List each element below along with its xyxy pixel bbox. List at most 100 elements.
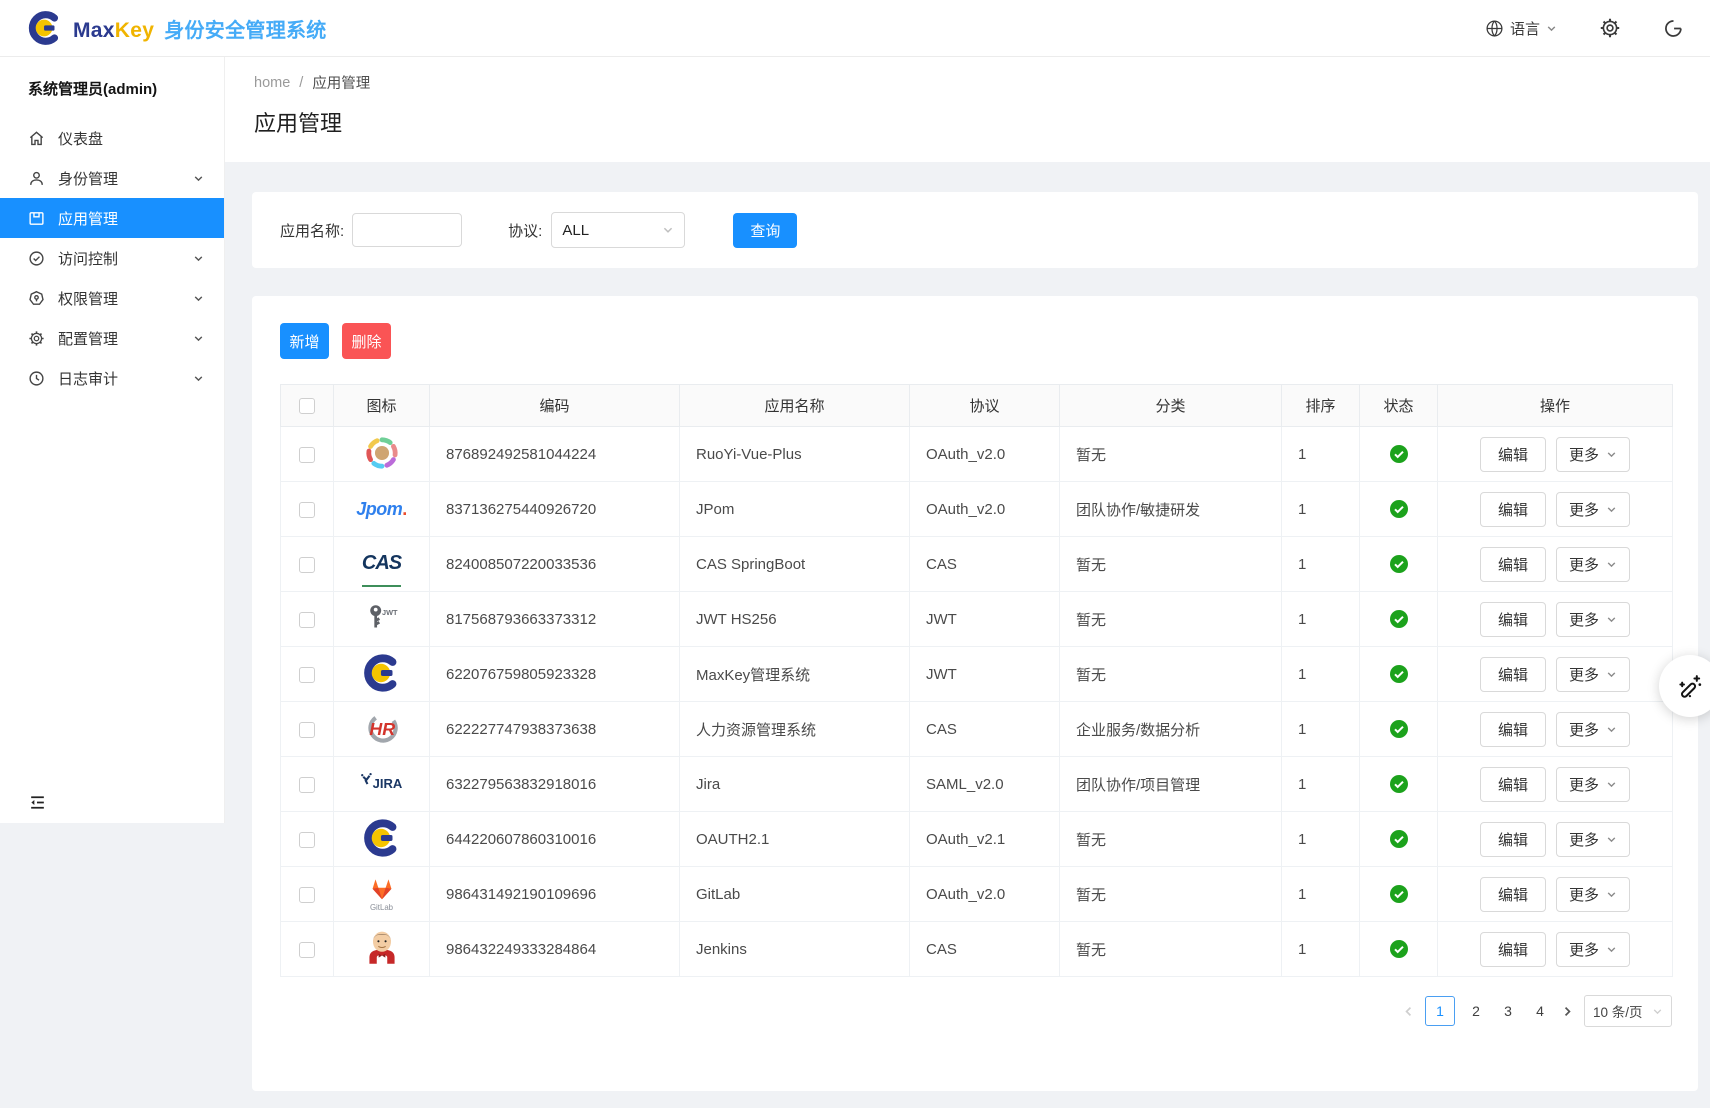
- more-button[interactable]: 更多: [1556, 492, 1630, 527]
- table-header-row: 图标 编码 应用名称 协议 分类 排序 状态 操作: [281, 385, 1673, 427]
- edit-button[interactable]: 编辑: [1480, 437, 1546, 472]
- protocol-select[interactable]: ALL: [551, 212, 685, 248]
- pagination-page-3[interactable]: 3: [1497, 1003, 1519, 1019]
- row-checkbox[interactable]: [299, 887, 315, 903]
- column-protocol: 协议: [910, 385, 1060, 427]
- more-button[interactable]: 更多: [1556, 932, 1630, 967]
- status-enabled-icon: [1390, 830, 1408, 848]
- more-button[interactable]: 更多: [1556, 877, 1630, 912]
- app-category: 暂无: [1060, 812, 1282, 867]
- delete-button[interactable]: 删除: [342, 323, 391, 359]
- table-row: 622076759805923328 MaxKey管理系统 JWT 暂无 1 编…: [281, 647, 1673, 702]
- filter-card: 应用名称: 协议: ALL 查询: [252, 192, 1698, 268]
- globe-icon: [1485, 19, 1504, 38]
- breadcrumb-home[interactable]: home: [254, 75, 290, 91]
- pagination-prev-icon[interactable]: [1402, 1005, 1415, 1018]
- sidebar-item-permissions[interactable]: 权限管理: [0, 278, 224, 318]
- app-protocol: OAuth_v2.0: [910, 867, 1060, 922]
- select-all-checkbox[interactable]: [299, 398, 315, 414]
- more-button[interactable]: 更多: [1556, 657, 1630, 692]
- more-button[interactable]: 更多: [1556, 437, 1630, 472]
- svg-text:JIRA: JIRA: [372, 776, 402, 791]
- jira-logo-icon: JIRA: [356, 760, 408, 806]
- column-actions: 操作: [1438, 385, 1673, 427]
- edit-button[interactable]: 编辑: [1480, 602, 1546, 637]
- edit-button[interactable]: 编辑: [1480, 657, 1546, 692]
- row-checkbox[interactable]: [299, 557, 315, 573]
- app-name: MaxKey管理系统: [680, 647, 910, 702]
- sidebar-item-applications[interactable]: 应用管理: [0, 198, 224, 238]
- applications-table: 图标 编码 应用名称 协议 分类 排序 状态 操作: [280, 384, 1673, 977]
- audit-icon: [28, 370, 45, 387]
- app-protocol: JWT: [910, 592, 1060, 647]
- dashboard-icon: [28, 130, 45, 147]
- row-checkbox[interactable]: [299, 447, 315, 463]
- page-size-select[interactable]: 10 条/页: [1584, 995, 1672, 1027]
- more-button[interactable]: 更多: [1556, 767, 1630, 802]
- select-all-header: [281, 385, 334, 427]
- app-category: 暂无: [1060, 427, 1282, 482]
- add-button[interactable]: 新增: [280, 323, 329, 359]
- cas-logo-icon: CAS: [362, 541, 401, 587]
- chevron-down-icon: [662, 224, 674, 236]
- logout-icon[interactable]: [1663, 18, 1684, 39]
- sidebar-item-access-control[interactable]: 访问控制: [0, 238, 224, 278]
- edit-button[interactable]: 编辑: [1480, 932, 1546, 967]
- edit-button[interactable]: 编辑: [1480, 547, 1546, 582]
- row-checkbox[interactable]: [299, 612, 315, 628]
- sidebar-item-configuration[interactable]: 配置管理: [0, 318, 224, 358]
- search-button[interactable]: 查询: [733, 213, 797, 248]
- edit-button[interactable]: 编辑: [1480, 712, 1546, 747]
- row-checkbox[interactable]: [299, 777, 315, 793]
- jenkins-logo-icon: [361, 925, 403, 971]
- more-button[interactable]: 更多: [1556, 712, 1630, 747]
- row-checkbox[interactable]: [299, 942, 315, 958]
- access-icon: [28, 250, 45, 267]
- sidebar: 系统管理员(admin) 仪表盘 身份管理: [0, 57, 225, 1108]
- row-checkbox[interactable]: [299, 667, 315, 683]
- menu-fold-icon[interactable]: [28, 793, 224, 812]
- more-button[interactable]: 更多: [1556, 602, 1630, 637]
- chevron-down-icon: [1606, 449, 1617, 460]
- edit-button[interactable]: 编辑: [1480, 492, 1546, 527]
- chevron-down-icon: [193, 253, 204, 264]
- app-protocol: CAS: [910, 922, 1060, 977]
- chevron-down-icon: [1606, 559, 1617, 570]
- app-category: 暂无: [1060, 647, 1282, 702]
- more-button[interactable]: 更多: [1556, 822, 1630, 857]
- svg-text:JWT: JWT: [382, 608, 398, 617]
- pagination-page-4[interactable]: 4: [1529, 1003, 1551, 1019]
- page-size-value: 10 条/页: [1593, 1001, 1643, 1021]
- settings-gear-icon[interactable]: [1599, 17, 1621, 39]
- app-code: 644220607860310016: [430, 812, 680, 867]
- app-sort: 1: [1282, 757, 1360, 812]
- sidebar-item-identity[interactable]: 身份管理: [0, 158, 224, 198]
- edit-button[interactable]: 编辑: [1480, 822, 1546, 857]
- pagination-page-1[interactable]: 1: [1425, 996, 1455, 1026]
- edit-button[interactable]: 编辑: [1480, 877, 1546, 912]
- chevron-down-icon: [1606, 669, 1617, 680]
- app-protocol: CAS: [910, 537, 1060, 592]
- language-switcher[interactable]: 语言: [1485, 18, 1557, 39]
- pagination-next-icon[interactable]: [1561, 1005, 1574, 1018]
- app-name-input[interactable]: [352, 213, 462, 247]
- row-checkbox[interactable]: [299, 722, 315, 738]
- breadcrumb: home / 应用管理: [254, 72, 1710, 93]
- status-enabled-icon: [1390, 555, 1408, 573]
- app-sort: 1: [1282, 647, 1360, 702]
- edit-button[interactable]: 编辑: [1480, 767, 1546, 802]
- table-row: HR 622227747938373638 人力资源管理系统 CAS 企业服务/…: [281, 702, 1673, 757]
- sidebar-item-audit-logs[interactable]: 日志审计: [0, 358, 224, 398]
- jpom-logo-icon: Jpom.: [356, 486, 407, 532]
- status-enabled-icon: [1390, 775, 1408, 793]
- sidebar-item-dashboard[interactable]: 仪表盘: [0, 118, 224, 158]
- app-category: 团队协作/敏捷研发: [1060, 482, 1282, 537]
- app-sort: 1: [1282, 812, 1360, 867]
- pagination-page-2[interactable]: 2: [1465, 1003, 1487, 1019]
- status-enabled-icon: [1390, 885, 1408, 903]
- magic-wand-icon: [1677, 673, 1704, 700]
- row-checkbox[interactable]: [299, 502, 315, 518]
- row-checkbox[interactable]: [299, 832, 315, 848]
- more-button[interactable]: 更多: [1556, 547, 1630, 582]
- ruoyi-logo-icon: [360, 430, 404, 476]
